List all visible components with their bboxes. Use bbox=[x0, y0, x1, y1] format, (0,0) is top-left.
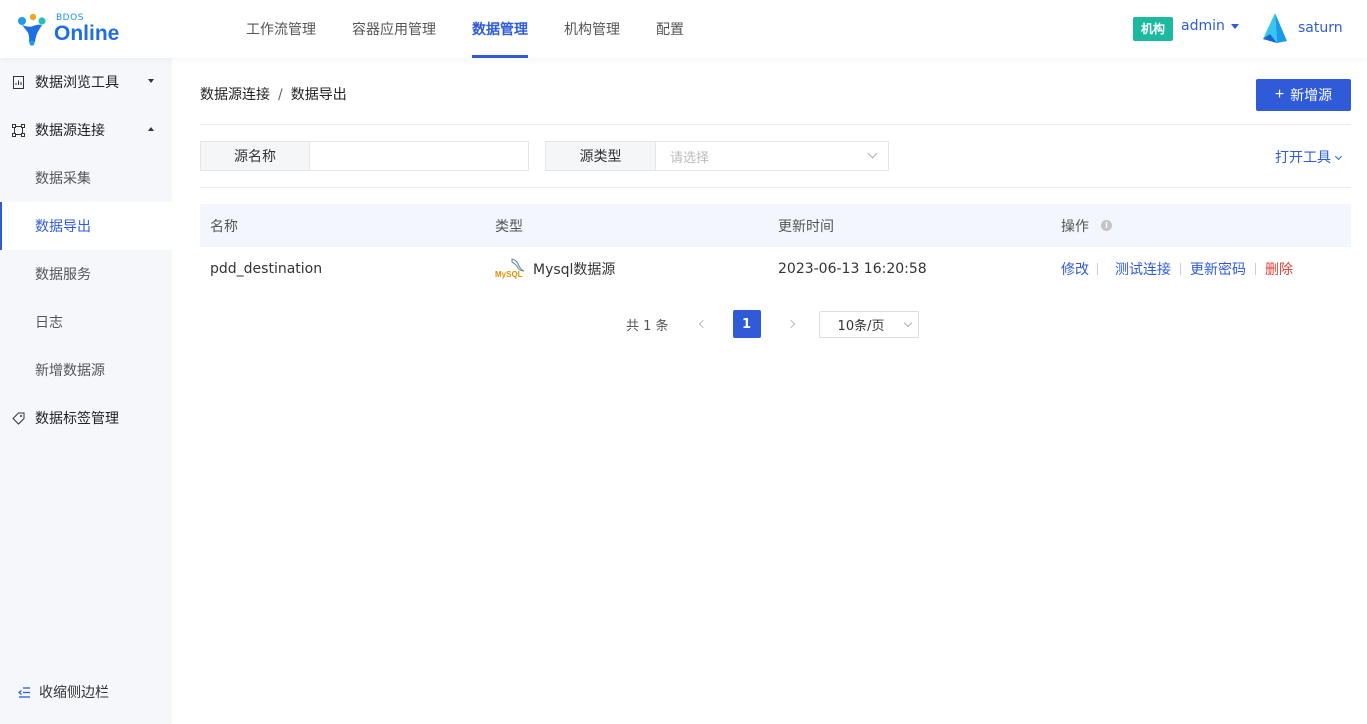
column-header-actions: 操作 i bbox=[1051, 216, 1351, 236]
column-header-updated: 更新时间 bbox=[778, 218, 834, 235]
sidebar-item-data-export[interactable]: 数据导出 bbox=[0, 202, 172, 250]
info-icon[interactable]: i bbox=[1101, 220, 1112, 231]
source-name-label: 源名称 bbox=[201, 142, 310, 170]
chevron-down-icon bbox=[1334, 152, 1343, 161]
nav-data-management[interactable]: 数据管理 bbox=[454, 0, 546, 58]
add-source-label: 新增源 bbox=[1290, 87, 1333, 103]
collapse-sidebar-button[interactable]: 收缩侧边栏 bbox=[18, 682, 109, 702]
page-size-value: 10条/页 bbox=[837, 318, 885, 334]
nav-container-apps[interactable]: 容器应用管理 bbox=[334, 0, 454, 58]
table-row: pdd_destination MySQL Mysql数据源 2023-06-1… bbox=[200, 247, 1351, 292]
app-switcher[interactable]: saturn bbox=[1262, 12, 1343, 44]
sidebar: 数据浏览工具 数据源连接 数据采集 数据导出 数据服务 日志 新增数据源 数据标… bbox=[0, 58, 172, 724]
sidebar-item-add-datasource[interactable]: 新增数据源 bbox=[0, 346, 172, 394]
caret-down-icon bbox=[148, 79, 154, 83]
mysql-logo-icon: MySQL bbox=[495, 258, 525, 279]
page-size-select[interactable]: 10条/页 bbox=[818, 310, 919, 338]
logo-text: Online bbox=[54, 22, 120, 45]
org-badge: 机构 bbox=[1133, 17, 1174, 41]
sidebar-item-data-browse-tools[interactable]: 数据浏览工具 bbox=[0, 58, 172, 106]
sidebar-item-logs[interactable]: 日志 bbox=[0, 298, 172, 346]
plus-icon: + bbox=[1274, 86, 1285, 103]
column-header-actions-label: 操作 bbox=[1061, 218, 1089, 235]
column-header-name: 名称 bbox=[210, 218, 238, 235]
update-password-button[interactable]: 更新密码 bbox=[1190, 259, 1246, 279]
cell-updated: 2023-06-13 16:20:58 bbox=[778, 261, 927, 277]
cell-name: pdd_destination bbox=[210, 261, 323, 277]
chevron-down-icon bbox=[867, 148, 878, 159]
breadcrumb-separator: / bbox=[278, 87, 283, 103]
sidebar-item-label: 数据标签管理 bbox=[35, 411, 119, 427]
caret-down-icon bbox=[1230, 23, 1239, 29]
cell-actions: 修改 测试连接 更新密码 删除 bbox=[1051, 259, 1351, 279]
cell-type-label: Mysql数据源 bbox=[533, 262, 616, 278]
column-header-type: 类型 bbox=[495, 218, 523, 235]
breadcrumb: 数据源连接 / 数据导出 bbox=[200, 84, 347, 104]
source-type-select[interactable]: 请选择 bbox=[656, 142, 888, 170]
top-bar: BDOS Online 工作流管理 容器应用管理 数据管理 机构管理 配置 机构… bbox=[0, 0, 1367, 58]
test-connection-button[interactable]: 测试连接 bbox=[1115, 259, 1171, 279]
collapse-icon bbox=[18, 686, 30, 698]
divider bbox=[200, 187, 1351, 188]
add-source-button[interactable]: + 新增源 bbox=[1256, 79, 1351, 111]
table-header: 名称 类型 更新时间 操作 i bbox=[200, 204, 1351, 247]
cell-type: MySQL Mysql数据源 bbox=[485, 256, 768, 282]
delete-button[interactable]: 删除 bbox=[1265, 259, 1293, 279]
source-type-filter: 源类型 请选择 bbox=[545, 141, 889, 171]
open-tool-dropdown[interactable]: 打开工具 bbox=[1275, 147, 1343, 167]
datasource-table: 名称 类型 更新时间 操作 i pdd_destination MySQL My… bbox=[200, 204, 1351, 292]
action-divider bbox=[1255, 263, 1256, 275]
main-content: 数据源连接 / 数据导出 + 新增源 源名称 源类型 请选择 打开工具 名称 类型 … bbox=[172, 58, 1367, 724]
user-name: admin bbox=[1181, 18, 1225, 34]
next-page-button[interactable] bbox=[777, 310, 805, 338]
breadcrumb-parent[interactable]: 数据源连接 bbox=[200, 87, 270, 103]
prev-page-button[interactable] bbox=[689, 310, 717, 338]
bdos-logo-icon bbox=[18, 13, 46, 46]
tag-icon bbox=[12, 412, 25, 425]
divider bbox=[200, 124, 1351, 125]
sidebar-item-label: 数据浏览工具 bbox=[35, 75, 119, 91]
breadcrumb-current: 数据导出 bbox=[290, 87, 347, 103]
sidebar-item-data-collection[interactable]: 数据采集 bbox=[0, 154, 172, 202]
pagination-total: 共 1 条 bbox=[626, 318, 669, 334]
file-chart-icon bbox=[13, 75, 24, 89]
open-tool-label: 打开工具 bbox=[1275, 150, 1331, 166]
sidebar-item-data-tag-management[interactable]: 数据标签管理 bbox=[0, 394, 172, 442]
nav-workflow[interactable]: 工作流管理 bbox=[228, 0, 334, 58]
page-number-button[interactable]: 1 bbox=[732, 310, 761, 338]
mysql-logo-text: MySQL bbox=[495, 270, 523, 279]
sidebar-item-data-service[interactable]: 数据服务 bbox=[0, 250, 172, 298]
caret-up-icon bbox=[148, 127, 154, 131]
chevron-right-icon bbox=[786, 319, 795, 329]
collapse-label: 收缩侧边栏 bbox=[39, 685, 109, 701]
connection-icon bbox=[12, 123, 25, 137]
source-name-input[interactable] bbox=[310, 142, 528, 170]
edit-button[interactable]: 修改 bbox=[1061, 259, 1089, 279]
source-name-filter: 源名称 bbox=[200, 141, 529, 171]
nav-config[interactable]: 配置 bbox=[638, 0, 702, 58]
source-type-label: 源类型 bbox=[546, 142, 656, 170]
app-logo[interactable]: BDOS Online bbox=[16, 10, 126, 48]
action-divider bbox=[1180, 263, 1181, 275]
saturn-logo-icon bbox=[1263, 13, 1287, 43]
chevron-left-icon bbox=[698, 319, 707, 329]
sidebar-item-datasource-connection[interactable]: 数据源连接 bbox=[0, 106, 172, 154]
source-type-placeholder: 请选择 bbox=[670, 150, 710, 166]
sidebar-item-label: 数据源连接 bbox=[35, 123, 105, 139]
pagination: 共 1 条 1 10条/页 bbox=[626, 310, 919, 338]
chevron-down-icon bbox=[903, 318, 912, 327]
user-menu[interactable]: admin bbox=[1181, 18, 1239, 34]
main-nav: 工作流管理 容器应用管理 数据管理 机构管理 配置 bbox=[228, 0, 702, 58]
action-divider bbox=[1097, 263, 1098, 275]
nav-organization[interactable]: 机构管理 bbox=[546, 0, 638, 58]
app-name: saturn bbox=[1298, 20, 1343, 36]
